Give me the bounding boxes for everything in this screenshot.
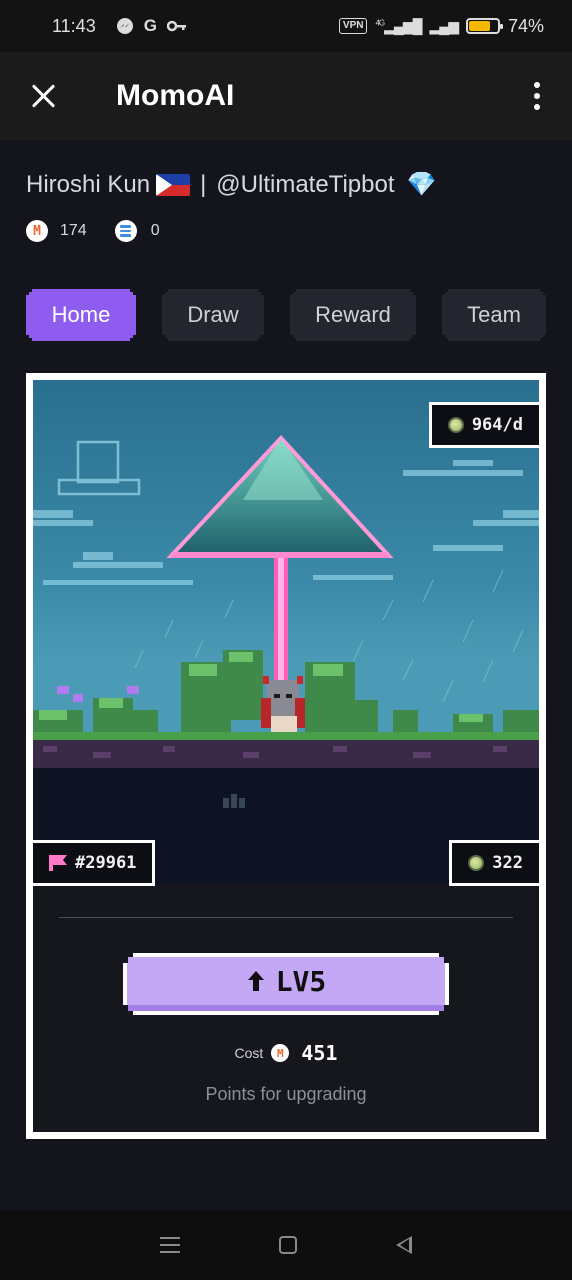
google-icon: G bbox=[143, 16, 157, 35]
vpn-badge: VPN bbox=[338, 18, 368, 34]
cost-value: 451 bbox=[301, 1041, 338, 1065]
coin-icon bbox=[468, 855, 485, 871]
momo-balance: 174 bbox=[60, 222, 87, 239]
battery-fill bbox=[468, 21, 490, 31]
upgrade-hint: Points for upgrading bbox=[205, 1084, 367, 1104]
upgrade-level: LV5 bbox=[275, 964, 327, 998]
user-name: Hiroshi Kun bbox=[26, 170, 151, 198]
tab-reward[interactable]: Reward bbox=[290, 289, 416, 341]
momo-coin-icon: M bbox=[26, 220, 48, 242]
signal-icon: 4G▂▄▆█ bbox=[375, 17, 422, 34]
token-coin-icon bbox=[114, 220, 137, 242]
close-icon[interactable] bbox=[28, 81, 58, 111]
momo-coin-icon: M bbox=[271, 1044, 290, 1062]
upgrade-cost: Cost M 451 bbox=[33, 1041, 539, 1065]
status-right: VPN 4G▂▄▆█ ▂▄▆ 74% bbox=[338, 15, 544, 37]
nft-card-inner: 964/d #29961 322 LV5 Cost M 451 Points f… bbox=[33, 380, 539, 1132]
philippines-flag-icon bbox=[156, 173, 191, 196]
messenger-icon bbox=[116, 18, 133, 34]
pixel-scene-image bbox=[33, 380, 539, 885]
tab-home[interactable]: Home bbox=[26, 289, 136, 341]
notification-icons: G bbox=[116, 16, 187, 36]
balances: M 174 0 bbox=[26, 220, 160, 242]
card-divider bbox=[59, 917, 513, 918]
status-time: 11:43 bbox=[52, 15, 96, 36]
battery-percent: 74% bbox=[507, 15, 544, 36]
coin-count-badge: 322 bbox=[449, 840, 539, 886]
user-header: Hiroshi Kun | @UltimateTipbot 💎 bbox=[26, 170, 436, 199]
tab-draw[interactable]: Draw bbox=[162, 289, 264, 341]
home-icon[interactable] bbox=[278, 1236, 297, 1254]
coin-count: 322 bbox=[492, 853, 523, 873]
signal-icon-2: ▂▄▆ bbox=[429, 17, 459, 34]
network-type: 4G bbox=[375, 17, 385, 27]
upgrade-button-face: LV5 bbox=[127, 957, 445, 1011]
tab-bar: Home Draw Reward Team bbox=[26, 289, 546, 341]
back-icon[interactable] bbox=[396, 1236, 413, 1254]
cost-label: Cost bbox=[234, 1045, 264, 1061]
diamond-icon: 💎 bbox=[406, 171, 437, 198]
nft-id-badge: #29961 bbox=[33, 840, 156, 886]
more-vert-icon[interactable] bbox=[530, 78, 544, 114]
app-bar: MomoAI bbox=[0, 52, 572, 140]
recent-apps-icon[interactable] bbox=[159, 1237, 180, 1253]
arrow-up-icon bbox=[246, 969, 266, 993]
key-icon bbox=[166, 20, 186, 32]
user-handle: @UltimateTipbot bbox=[216, 170, 395, 198]
battery-icon bbox=[465, 18, 503, 34]
tab-team[interactable]: Team bbox=[442, 289, 546, 341]
nft-card: 964/d #29961 322 LV5 Cost M 451 Points f… bbox=[26, 373, 546, 1139]
nft-id: #29961 bbox=[75, 853, 137, 873]
flag-icon bbox=[49, 855, 67, 871]
earn-rate-badge: 964/d bbox=[428, 402, 539, 448]
user-separator: | bbox=[200, 170, 207, 198]
upgrade-button[interactable]: LV5 bbox=[123, 953, 449, 1015]
app-title: MomoAI bbox=[116, 79, 235, 112]
coin-icon bbox=[447, 417, 464, 433]
token-balance: 0 bbox=[150, 222, 160, 239]
system-nav-bar bbox=[0, 1210, 572, 1280]
status-bar: 11:43 G VPN 4G▂▄▆█ ▂▄▆ 74% bbox=[0, 0, 572, 52]
earn-rate: 964/d bbox=[471, 415, 523, 435]
